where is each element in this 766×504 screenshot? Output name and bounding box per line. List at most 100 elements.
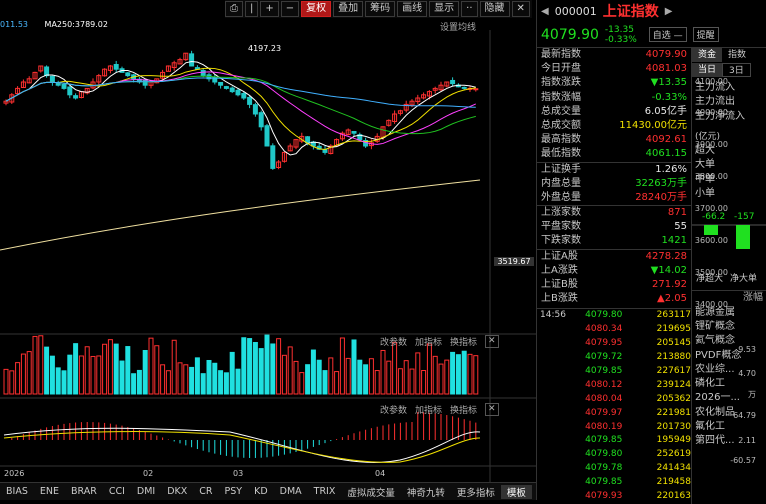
adjust-price-button[interactable]: 复权: [301, 1, 332, 17]
fund-bar-1: [704, 225, 718, 236]
tab-kd[interactable]: KD: [248, 486, 274, 497]
sector-header: 涨幅: [743, 292, 763, 304]
tick-time: [540, 434, 573, 448]
volume-bar: [171, 339, 177, 395]
close-icon[interactable]: ✕: [511, 1, 530, 17]
tab-virtual-volume[interactable]: 虚拟成交量: [341, 485, 401, 499]
tick-row: 4079.78 241434: [540, 462, 691, 476]
zoom-out-button[interactable]: −: [280, 1, 300, 17]
stat-label: 总成交额: [541, 119, 581, 131]
sector-item[interactable]: 锂矿概念: [692, 320, 766, 334]
next-arrow-icon[interactable]: ▶: [665, 6, 673, 17]
sector-item[interactable]: 2026一...: [692, 391, 766, 405]
sector-item[interactable]: 磷化工: [692, 377, 766, 391]
tab-cci[interactable]: CCI: [103, 486, 131, 497]
prev-arrow-icon[interactable]: ◀: [541, 6, 549, 17]
volume-bar: [467, 353, 473, 395]
sector-item[interactable]: 能源金属: [692, 306, 766, 320]
tab-template[interactable]: 模板: [500, 484, 532, 499]
fund-row-super: 超大: [695, 145, 715, 157]
stat-label: 指数涨跌: [541, 77, 581, 89]
tab-cr[interactable]: CR: [193, 486, 218, 497]
toolbar-separator: |: [245, 1, 259, 17]
volume-bar: [55, 367, 61, 395]
stat-row: 今日开盘 4081.03: [537, 62, 691, 76]
volume-bar: [154, 345, 160, 395]
macd-switch-indicator[interactable]: 换指标: [450, 403, 477, 416]
tab-dma[interactable]: DMA: [274, 486, 308, 497]
add-watchlist-button[interactable]: 自选 —: [648, 27, 687, 42]
stat-value: 4092.61: [645, 134, 687, 146]
tab-dmi[interactable]: DMI: [131, 486, 161, 497]
volume-bar: [270, 343, 276, 395]
stat-row: 总成交量 6.05亿手: [537, 105, 691, 119]
vol-edit-params[interactable]: 改参数: [380, 335, 407, 348]
candle-body: [461, 86, 467, 89]
tab-magic-nine[interactable]: 神奇九转: [401, 485, 451, 499]
volume-bar: [438, 363, 444, 395]
tick-price: 4079.95: [585, 338, 623, 349]
share-class-label: 上证B股: [541, 279, 578, 290]
vol-add-indicator[interactable]: 加指标: [415, 335, 442, 348]
volume-bar: [363, 364, 369, 395]
stats-block-2: 上证换手 1.26% 内盘总量 32263万手 外盘总量 28240万手: [537, 161, 691, 206]
sector-item[interactable]: 第四代...: [692, 434, 766, 448]
tab-index[interactable]: 指数: [722, 48, 752, 62]
volume-bar: [20, 353, 26, 395]
tab-3day[interactable]: 3日: [722, 63, 751, 77]
tab-dkx[interactable]: DKX: [161, 486, 193, 497]
sector-item[interactable]: 农化制品: [692, 406, 766, 420]
tick-time: [540, 323, 573, 337]
tab-bias[interactable]: BIAS: [0, 486, 34, 497]
stat-value: 6.05亿手: [644, 105, 687, 117]
tab-more-indicators[interactable]: 更多指标: [451, 485, 501, 499]
candle-body: [189, 53, 195, 67]
tab-psy[interactable]: PSY: [219, 486, 249, 497]
chips-button[interactable]: 筹码: [365, 1, 396, 17]
volume-bar: [38, 335, 44, 395]
vol-switch-indicator[interactable]: 换指标: [450, 335, 477, 348]
close-icon[interactable]: ✕: [485, 403, 499, 416]
tab-fund[interactable]: 资金: [692, 48, 723, 62]
draw-line-button[interactable]: 画线: [397, 1, 428, 17]
tick-time: [540, 393, 573, 407]
index-name: 上证指数: [602, 4, 659, 20]
quote-panel: ◀ 000001 上证指数 ▶ 4079.90 -13.35 -0.33% 自选…: [536, 0, 766, 504]
stat-value: 11430.00亿元: [619, 119, 687, 131]
print-icon[interactable]: ⎙: [225, 1, 243, 17]
sector-item[interactable]: 氟化工: [692, 420, 766, 434]
macd-add-indicator[interactable]: 加指标: [415, 403, 442, 416]
more-button[interactable]: ··: [461, 1, 478, 17]
stat-value: 4061.15: [645, 148, 687, 160]
volume-bar: [461, 350, 467, 395]
tab-ene[interactable]: ENE: [34, 486, 65, 497]
stat-label: 最新指数: [541, 49, 581, 60]
tick-row: 4079.85 227617: [540, 365, 691, 379]
tick-time: [540, 490, 573, 504]
display-button[interactable]: 显示: [429, 1, 460, 17]
close-icon[interactable]: ✕: [485, 335, 499, 348]
overlay-button[interactable]: 叠加: [333, 1, 364, 17]
volume-bar: [113, 343, 119, 395]
volume-bar: [281, 354, 287, 395]
macd-edit-params[interactable]: 改参数: [380, 403, 407, 416]
current-price-marker: 3519.67: [494, 257, 534, 266]
tab-today[interactable]: 当日: [692, 63, 723, 77]
tick-price: 4080.12: [585, 379, 623, 390]
index-code: 000001: [554, 4, 597, 18]
sector-item[interactable]: PVDF概念: [692, 349, 766, 363]
share-class-value: ▼14.02: [650, 264, 687, 276]
volume-bar: [142, 350, 148, 395]
sector-item[interactable]: 农业综...: [692, 363, 766, 377]
tab-brar[interactable]: BRAR: [65, 486, 103, 497]
stat-value: 4079.90: [645, 49, 687, 60]
tab-trix[interactable]: TRIX: [308, 486, 342, 497]
hide-button[interactable]: 隐藏: [479, 1, 510, 17]
volume-bar: [368, 358, 374, 395]
alert-button[interactable]: 提醒: [692, 27, 719, 42]
change-value: -13.35: [604, 24, 634, 35]
candle-body: [247, 96, 253, 105]
sector-item[interactable]: 氦气概念: [692, 334, 766, 348]
fund-outflow: 主力流出: [695, 96, 735, 108]
zoom-in-button[interactable]: +: [260, 1, 279, 17]
